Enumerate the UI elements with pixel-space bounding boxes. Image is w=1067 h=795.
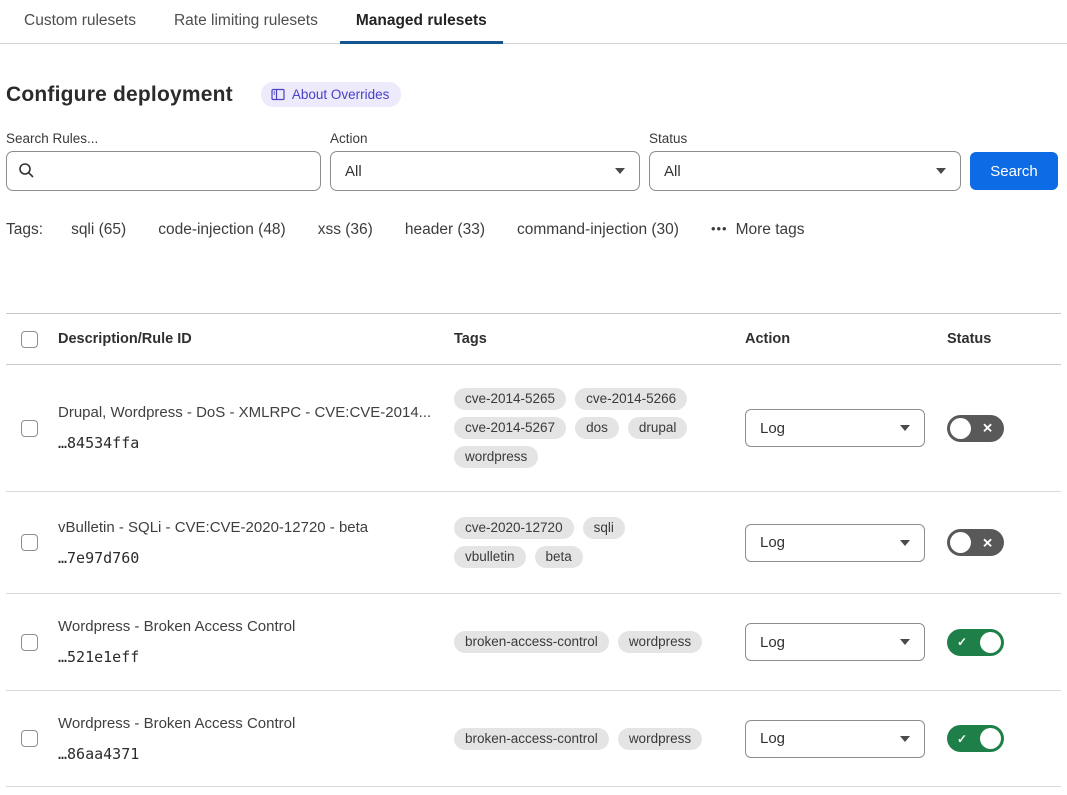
toggle-knob [980, 728, 1001, 749]
rule-title: Drupal, Wordpress - DoS - XMLRPC - CVE:C… [58, 404, 454, 421]
action-filter-select[interactable]: All [330, 151, 640, 191]
rule-action-select[interactable]: Log [745, 720, 925, 758]
select-all-checkbox[interactable] [21, 331, 38, 348]
check-icon: ✓ [957, 733, 967, 745]
tab-managed-rulesets[interactable]: Managed rulesets [340, 0, 503, 44]
status-filter-select[interactable]: All [649, 151, 961, 191]
column-header-tags: Tags [454, 331, 745, 347]
ellipsis-icon: ••• [711, 221, 728, 236]
tags-bar: Tags: sqli (65) code-injection (48) xss … [6, 221, 1061, 239]
rule-action-value: Log [760, 534, 785, 551]
rule-title: Wordpress - Broken Access Control [58, 715, 454, 732]
rule-tag: wordpress [618, 728, 702, 750]
rule-action-value: Log [760, 730, 785, 747]
row-checkbox[interactable] [21, 420, 38, 437]
rule-action-select[interactable]: Log [745, 623, 925, 661]
rule-status-toggle[interactable]: ✓ ✕ [947, 529, 1004, 556]
rule-tag: dos [575, 417, 619, 439]
chevron-down-icon [900, 736, 910, 742]
rule-tag: wordpress [454, 446, 538, 468]
chevron-down-icon [900, 639, 910, 645]
action-filter-label: Action [330, 131, 640, 146]
status-filter-label: Status [649, 131, 961, 146]
rule-id: …7e97d760 [58, 549, 454, 567]
row-checkbox[interactable] [21, 534, 38, 551]
column-header-action: Action [745, 331, 947, 347]
rule-tag: cve-2014-5267 [454, 417, 566, 439]
rule-tag: broken-access-control [454, 631, 609, 653]
tags-label: Tags: [6, 221, 43, 239]
rule-status-toggle[interactable]: ✓ ✕ [947, 725, 1004, 752]
column-header-description: Description/Rule ID [58, 331, 454, 347]
chevron-down-icon [900, 540, 910, 546]
rule-status-toggle[interactable]: ✓ ✕ [947, 415, 1004, 442]
check-icon: ✓ [957, 636, 967, 648]
tag-link-xss[interactable]: xss (36) [318, 221, 373, 239]
rule-action-select[interactable]: Log [745, 409, 925, 447]
search-icon [18, 162, 35, 184]
row-checkbox[interactable] [21, 730, 38, 747]
row-checkbox[interactable] [21, 634, 38, 651]
rule-id: …86aa4371 [58, 745, 454, 763]
chevron-down-icon [615, 168, 625, 174]
search-rules-label: Search Rules... [6, 131, 321, 146]
toggle-knob [950, 418, 971, 439]
rule-tag: drupal [628, 417, 688, 439]
page-title: Configure deployment [6, 83, 233, 107]
rule-title: vBulletin - SQLi - CVE:CVE-2020-12720 - … [58, 519, 454, 536]
rule-tag: cve-2020-12720 [454, 517, 574, 539]
table-row: Wordpress - Broken Access Control …86aa4… [6, 691, 1061, 787]
search-button[interactable]: Search [970, 152, 1058, 190]
chevron-down-icon [900, 425, 910, 431]
rule-id: …521e1eff [58, 648, 454, 666]
about-overrides-label: About Overrides [292, 87, 390, 102]
table-row: vBulletin - SQLi - CVE:CVE-2020-12720 - … [6, 492, 1061, 594]
rule-tag: wordpress [618, 631, 702, 653]
column-header-status: Status [947, 331, 1061, 347]
rule-id: …84534ffa [58, 434, 454, 452]
rule-action-value: Log [760, 634, 785, 651]
more-tags-button[interactable]: ••• More tags [711, 221, 805, 239]
tab-rate-limiting-rulesets[interactable]: Rate limiting rulesets [158, 0, 334, 44]
rule-tag: cve-2014-5265 [454, 388, 566, 410]
more-tags-label: More tags [736, 221, 805, 239]
book-icon [271, 88, 285, 101]
toggle-knob [950, 532, 971, 553]
rule-tag: sqli [583, 517, 625, 539]
rule-tag: beta [535, 546, 583, 568]
table-header-row: Description/Rule ID Tags Action Status [6, 314, 1061, 365]
ruleset-tabs: Custom rulesets Rate limiting rulesets M… [0, 0, 1067, 44]
rule-tag: cve-2014-5266 [575, 388, 687, 410]
x-icon: ✕ [982, 422, 993, 435]
search-rules-input[interactable] [6, 151, 321, 191]
table-row: Wordpress - Broken Access Control …521e1… [6, 594, 1061, 691]
tag-link-header[interactable]: header (33) [405, 221, 485, 239]
rule-title: Wordpress - Broken Access Control [58, 618, 454, 635]
x-icon: ✕ [982, 536, 993, 549]
tab-custom-rulesets[interactable]: Custom rulesets [8, 0, 152, 44]
toggle-knob [980, 632, 1001, 653]
tag-link-code-injection[interactable]: code-injection (48) [158, 221, 286, 239]
status-filter-value: All [664, 163, 681, 180]
rule-action-value: Log [760, 420, 785, 437]
chevron-down-icon [936, 168, 946, 174]
about-overrides-badge[interactable]: About Overrides [261, 82, 402, 107]
rule-status-toggle[interactable]: ✓ ✕ [947, 629, 1004, 656]
rule-action-select[interactable]: Log [745, 524, 925, 562]
rules-table: Description/Rule ID Tags Action Status D… [6, 313, 1061, 787]
table-row: Drupal, Wordpress - DoS - XMLRPC - CVE:C… [6, 365, 1061, 492]
rule-tag: vbulletin [454, 546, 526, 568]
action-filter-value: All [345, 163, 362, 180]
tag-link-command-injection[interactable]: command-injection (30) [517, 221, 679, 239]
tag-link-sqli[interactable]: sqli (65) [71, 221, 126, 239]
rule-tag: broken-access-control [454, 728, 609, 750]
